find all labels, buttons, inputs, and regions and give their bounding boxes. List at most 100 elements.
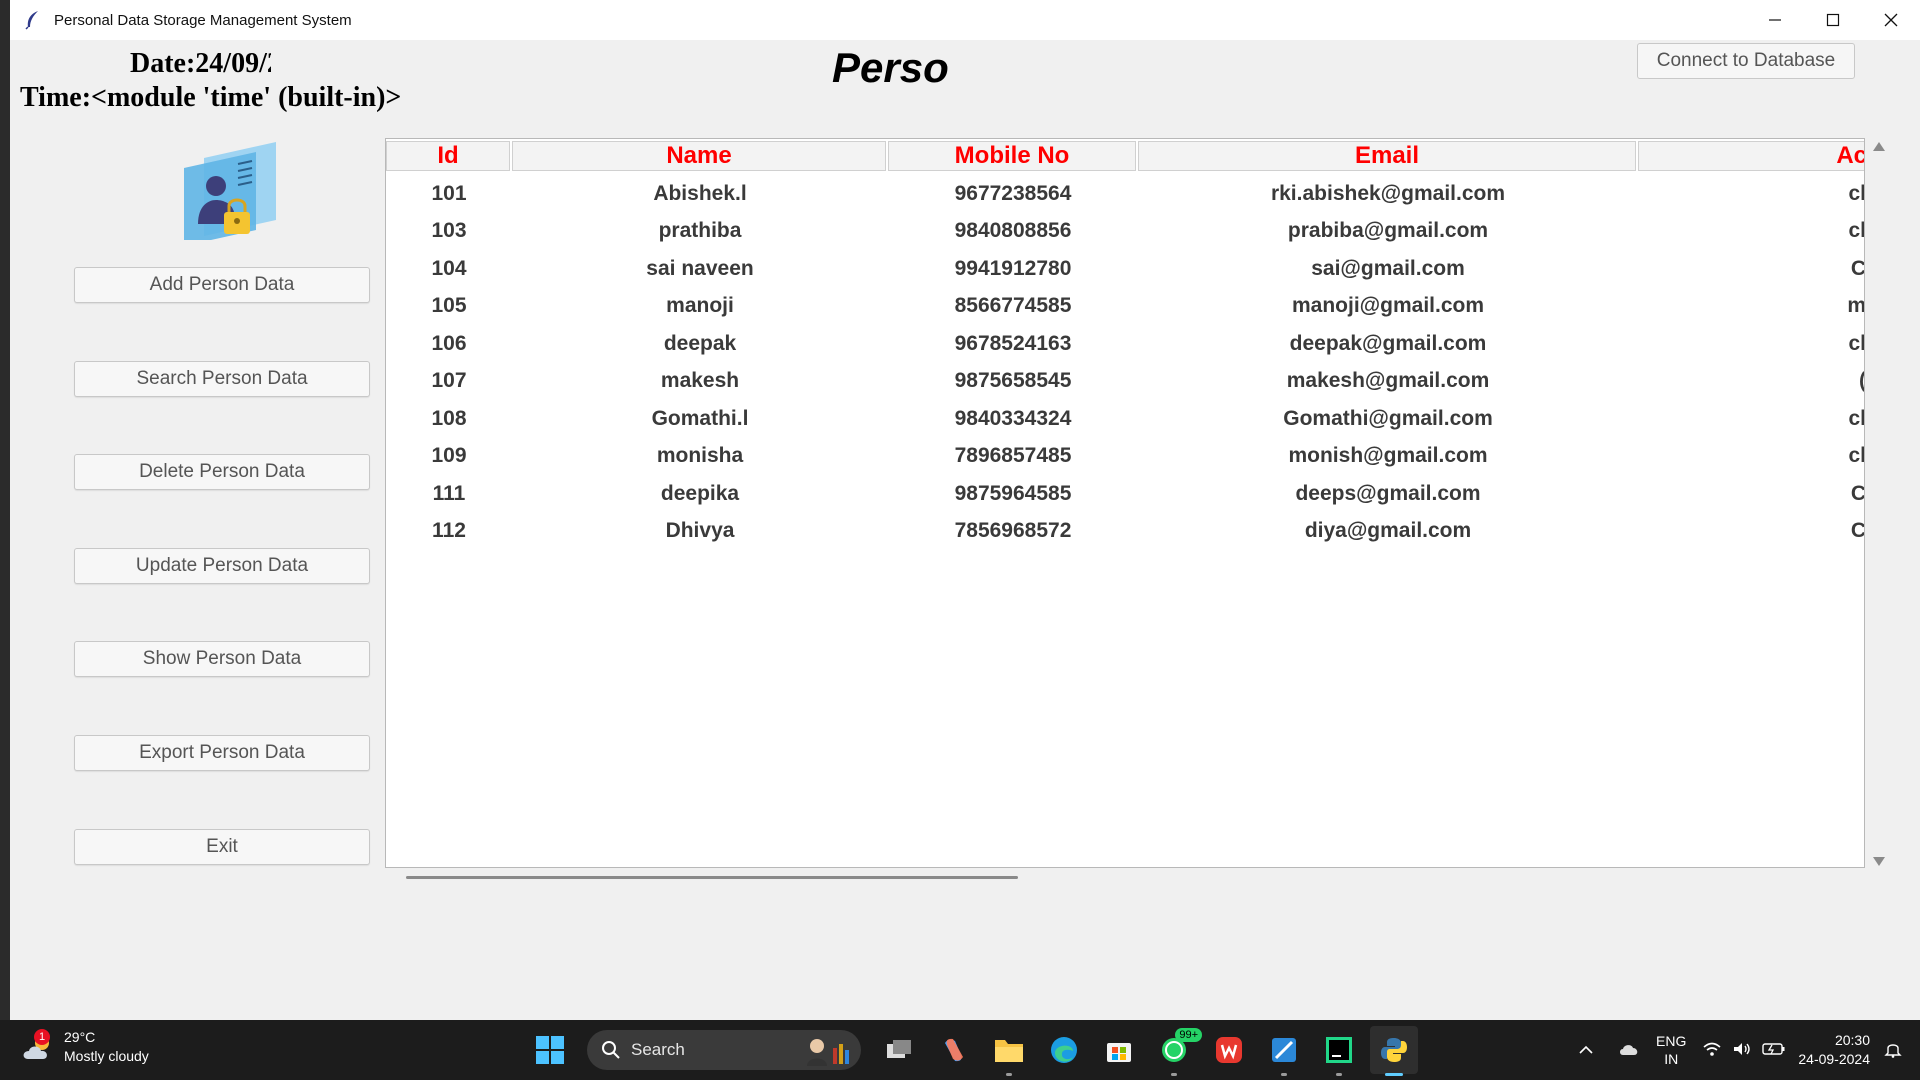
copilot-icon [945,1038,963,1062]
feather-app-icon [22,9,44,31]
minimize-button[interactable] [1746,0,1804,40]
table-header: Id Name Mobile No Email Ac [386,141,1864,171]
exit-button[interactable]: Exit [74,829,370,865]
cell-address: C [1850,256,1865,280]
export-person-button[interactable]: Export Person Data [74,735,370,771]
table-row[interactable]: 108 Gomathi.l 9840334324 Gomathi@gmail.com c… [386,400,1864,438]
connect-database-button[interactable]: Connect to Database [1637,43,1855,79]
running-indicator [1281,1073,1287,1076]
cell-mobile: 7896857485 [954,444,1072,468]
horizontal-scrollbar-thumb[interactable] [406,876,1018,879]
start-button[interactable] [526,1026,574,1074]
system-clock[interactable]: 20:30 24-09-2024 [1798,1031,1870,1069]
cell-mobile: 9875658545 [954,369,1072,393]
onedrive-cloud-icon[interactable] [1618,1042,1640,1059]
copilot-button[interactable] [930,1026,978,1074]
maximize-button[interactable] [1804,0,1862,40]
wps-office-button[interactable] [1205,1026,1253,1074]
cell-name: Abishek.l [653,181,747,205]
cell-email: manoji@gmail.com [1291,294,1484,318]
python-app-button[interactable] [1370,1026,1418,1076]
vertical-scrollbar[interactable] [1870,138,1888,868]
close-button[interactable] [1862,0,1920,40]
microsoft-store-button[interactable] [1095,1026,1143,1074]
screen: Personal Data Storage Management System … [0,0,1920,1080]
column-header-name[interactable]: Name [512,141,886,171]
cell-name: deepika [660,481,740,505]
search-person-button[interactable]: Search Person Data [74,361,370,397]
table-row[interactable]: 101 Abishek.l 9677238564 rki.abishek@gmail.… [386,175,1865,213]
app-window: Date:24/09/2024 Time:<module 'time' (bui… [10,40,1920,1020]
cell-address: ( [1638,369,1864,393]
notification-bell-icon[interactable] [1884,1040,1902,1061]
update-person-button[interactable]: Update Person Data [74,548,370,584]
cell-id: 101 [431,181,467,205]
cell-id: 111 [432,481,466,505]
close-icon [1884,13,1898,27]
search-icon [602,1041,620,1059]
cell-name: monisha [656,444,744,468]
cell-email: sai@gmail.com [1311,256,1465,280]
weather-widget[interactable]: 1 29°C Mostly cloudy [20,1028,149,1066]
taskbar-search[interactable]: Search [587,1030,861,1070]
cell-name: deepak [663,331,737,355]
cell-email: rki.abishek@gmail.com [1270,181,1506,205]
paint-app-button[interactable] [1260,1026,1308,1076]
cell-mobile: 9677238564 [954,181,1072,205]
column-header-email[interactable]: Email [1138,141,1636,171]
desktop-edge [0,0,10,1020]
table-row[interactable]: 111 deepika 9875964585 deeps@gmail.com C [386,475,1864,513]
taskbar: 1 29°C Mostly cloudy Search 99+ ENG IN 2… [0,1020,1920,1080]
window-controls [1746,0,1920,40]
person-data-table[interactable]: Id Name Mobile No Email Ac 101 Abishek.l 9… [385,138,1865,868]
cell-name: prathiba [658,219,742,243]
pycharm-button[interactable] [1315,1026,1363,1076]
chevron-up-icon[interactable] [1578,1042,1594,1058]
volume-icon[interactable] [1732,1041,1752,1060]
table-row[interactable]: 105 manoji 8566774585 manoji@gmail.com m [386,288,1864,326]
wps-icon [1216,1037,1242,1063]
language-code: ENG [1656,1033,1687,1049]
table-row[interactable]: 103 prathiba 9840808856 prabiba@gmail.com cl [386,213,1864,251]
table-row[interactable]: 109 monisha 7896857485 monish@gmail.com cl [386,438,1864,476]
column-header-mobile[interactable]: Mobile No [888,141,1136,171]
cell-id: 109 [431,444,467,468]
cell-mobile: 9875964585 [954,481,1072,505]
edge-browser-button[interactable] [1040,1026,1088,1074]
cell-email: diya@gmail.com [1304,519,1472,543]
person-lock-logo [170,140,290,246]
show-person-button[interactable]: Show Person Data [74,641,370,677]
pycharm-icon [1326,1037,1352,1063]
running-indicator [1336,1073,1342,1076]
folder-icon [995,1040,1023,1062]
battery-icon[interactable] [1762,1042,1786,1059]
table-row[interactable]: 107 makesh 9875658545 makesh@gmail.com ( [386,363,1864,401]
python-icon [1381,1038,1407,1062]
weather-badge: 1 [34,1029,50,1045]
clock-time: 20:30 [1834,1032,1870,1048]
running-indicator [1171,1073,1177,1076]
page-heading: Perso [832,44,949,91]
time-label: Time:<module 'time' (built-in)> [20,82,402,113]
column-header-address[interactable]: Ac [1638,141,1864,171]
store-icon [1107,1043,1131,1062]
whatsapp-button[interactable]: 99+ [1150,1026,1202,1076]
table-row[interactable]: 104 sai naveen 9941912780 sai@gmail.com C [386,250,1865,288]
cell-address: cl [1848,181,1865,205]
delete-person-button[interactable]: Delete Person Data [74,454,370,490]
windows-logo-icon [536,1036,564,1064]
table-row[interactable]: 112 Dhivya 7856968572 diya@gmail.com C [386,513,1864,551]
cell-name: Gomathi.l [651,406,749,430]
wifi-icon[interactable] [1702,1041,1722,1060]
file-explorer-button[interactable] [985,1026,1033,1076]
scroll-down-arrow-icon[interactable] [1873,857,1885,866]
language-indicator[interactable]: ENG IN [1656,1032,1686,1068]
add-person-button[interactable]: Add Person Data [74,267,370,303]
column-header-id[interactable]: Id [386,141,510,171]
title-bar[interactable]: Personal Data Storage Management System [10,0,1920,40]
task-view-button[interactable] [875,1026,923,1074]
scroll-up-arrow-icon[interactable] [1873,142,1885,151]
table-row[interactable]: 106 deepak 9678524163 deepak@gmail.com cl [386,325,1864,363]
cell-email: deepak@gmail.com [1289,331,1487,355]
search-highlight-icon [807,1039,849,1066]
